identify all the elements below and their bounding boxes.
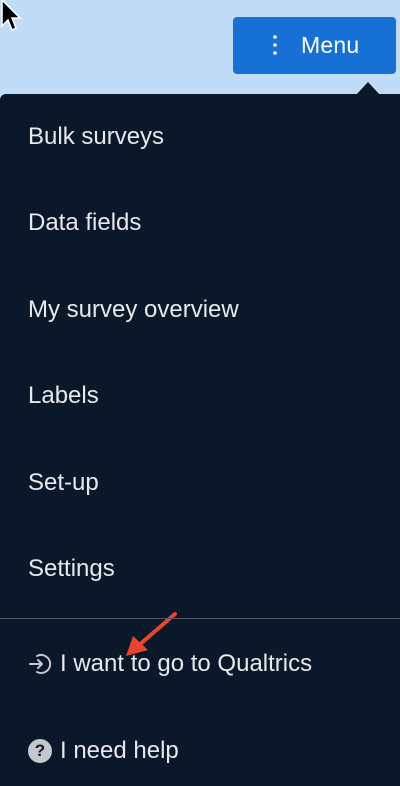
dropdown-menu: Bulk surveys Data fields My survey overv…	[0, 94, 400, 786]
menu-button-label: Menu	[301, 32, 360, 58]
mouse-cursor-icon	[1, 0, 22, 32]
menu-divider	[0, 618, 400, 619]
menu-item-go-to-qualtrics[interactable]: I want to go to Qualtrics	[28, 644, 312, 684]
menu-item-bulk-surveys[interactable]: Bulk surveys	[28, 117, 164, 157]
sign-in-icon	[29, 654, 52, 674]
kebab-menu-icon	[273, 35, 277, 55]
menu-button[interactable]: Menu	[233, 17, 396, 74]
menu-item-my-survey-overview[interactable]: My survey overview	[28, 290, 239, 330]
go-to-qualtrics-label: I want to go to Qualtrics	[60, 650, 313, 677]
menu-item-labels[interactable]: Labels	[28, 376, 99, 416]
help-circle-icon: ?	[28, 739, 52, 763]
menu-item-settings[interactable]: Settings	[28, 549, 115, 589]
menu-item-data-fields[interactable]: Data fields	[28, 203, 141, 243]
need-help-label: I need help	[60, 737, 179, 764]
menu-item-set-up[interactable]: Set-up	[28, 463, 99, 503]
menu-item-need-help[interactable]: ? I need help	[28, 731, 179, 771]
